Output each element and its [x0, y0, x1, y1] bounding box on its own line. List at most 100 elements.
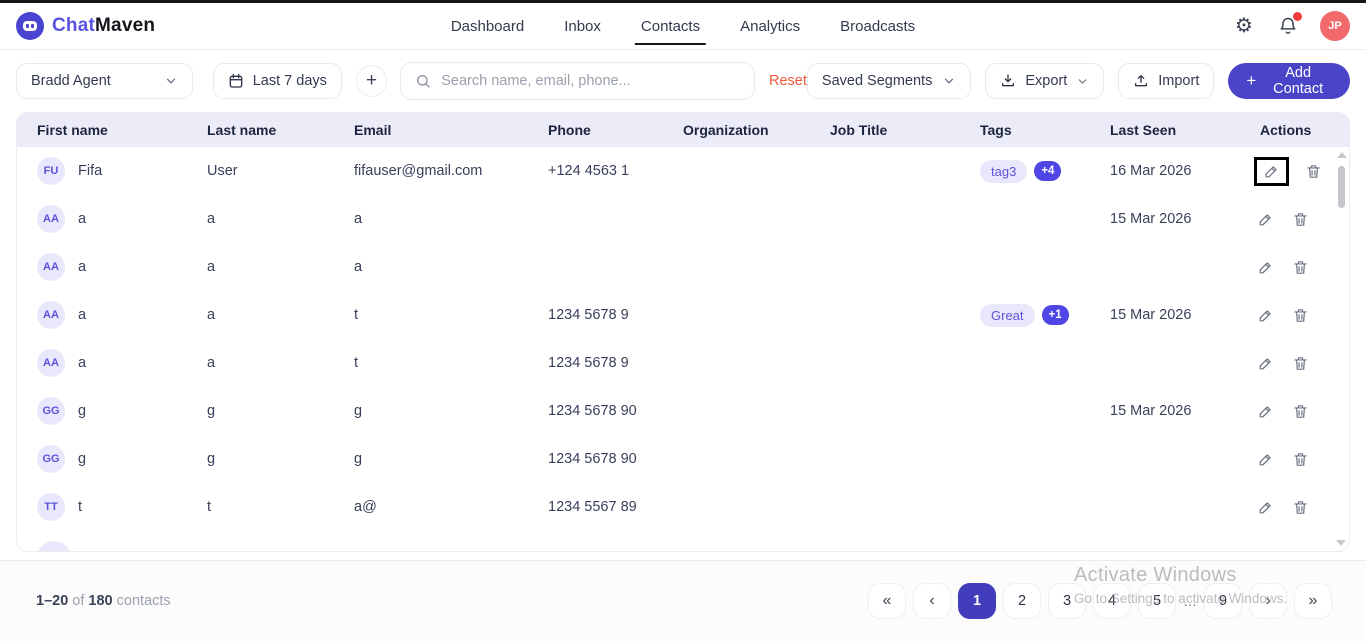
saved-segments-select[interactable]: Saved Segments — [807, 63, 971, 99]
prev-page-button[interactable]: ‹ — [913, 583, 951, 619]
reset-filters-link[interactable]: Reset — [769, 73, 807, 89]
notifications-button[interactable] — [1276, 14, 1300, 38]
edit-button[interactable] — [1254, 304, 1276, 326]
table-scrollbar[interactable] — [1335, 148, 1348, 550]
avatar: AA — [37, 205, 65, 233]
scrollbar-thumb[interactable] — [1338, 166, 1345, 208]
page-button-9[interactable]: 9 — [1204, 583, 1242, 619]
tag-badge[interactable]: tag3 — [980, 160, 1027, 183]
edit-button[interactable] — [1254, 256, 1276, 278]
table-footer: 1–20 of 180 contacts « ‹ 1 2 3 4 5 … 9 ›… — [0, 560, 1366, 641]
email: g — [334, 403, 528, 419]
pencil-icon — [1257, 259, 1274, 276]
topbar-actions: ⚙ JP — [1232, 11, 1350, 41]
page-button-1[interactable]: 1 — [958, 583, 996, 619]
import-label: Import — [1158, 73, 1199, 89]
trash-icon — [1292, 355, 1309, 372]
table-row[interactable]: AAa a a — [17, 243, 1349, 291]
last-page-button[interactable]: » — [1294, 583, 1332, 619]
col-job-title: Job Title — [810, 122, 960, 138]
email: fifauser@gmail.com — [334, 163, 528, 179]
delete-button[interactable] — [1302, 160, 1324, 182]
add-contact-label: Add Contact — [1264, 65, 1332, 97]
last-name: User — [187, 163, 334, 179]
results-summary: 1–20 of 180 contacts — [36, 593, 171, 609]
last-name: t — [187, 499, 334, 515]
nav-contacts[interactable]: Contacts — [641, 3, 700, 50]
avatar: FU — [37, 157, 65, 185]
nav-analytics[interactable]: Analytics — [740, 3, 800, 50]
chevron-down-icon — [164, 74, 178, 88]
search-icon — [415, 73, 431, 89]
page-button-5[interactable]: 5 — [1138, 583, 1176, 619]
delete-button[interactable] — [1289, 400, 1311, 422]
phone: 1234 5678 9 — [528, 307, 663, 323]
col-organization: Organization — [663, 122, 810, 138]
brand-logo[interactable]: ChatMaven — [16, 12, 155, 40]
avatar: AA — [37, 301, 65, 329]
pagination-ellipsis: … — [1183, 593, 1197, 609]
delete-button[interactable] — [1289, 496, 1311, 518]
pencil-icon — [1257, 451, 1274, 468]
page-button-3[interactable]: 3 — [1048, 583, 1086, 619]
page-button-2[interactable]: 2 — [1003, 583, 1041, 619]
delete-button[interactable] — [1289, 256, 1311, 278]
add-filter-button[interactable]: + — [356, 65, 387, 97]
email: a@ — [334, 499, 528, 515]
table-row[interactable]: FUFifa User fifauser@gmail.com +124 4563… — [17, 147, 1349, 195]
page-button-4[interactable]: 4 — [1093, 583, 1131, 619]
table-row-partial — [17, 531, 1349, 552]
edit-button[interactable] — [1254, 496, 1276, 518]
edit-button[interactable] — [1254, 448, 1276, 470]
last-seen: 15 Mar 2026 — [1090, 211, 1240, 227]
tag-more-badge[interactable]: +4 — [1034, 161, 1061, 181]
table-row[interactable]: AAa a a 15 Mar 2026 — [17, 195, 1349, 243]
scroll-down-arrow[interactable] — [1336, 540, 1346, 546]
phone: 1234 5567 89 — [528, 499, 663, 515]
nav-inbox[interactable]: Inbox — [564, 3, 601, 50]
date-range-select[interactable]: Last 7 days — [213, 63, 342, 99]
table-row[interactable]: AAa a t 1234 5678 9 — [17, 339, 1349, 387]
saved-segments-label: Saved Segments — [822, 73, 932, 89]
last-name: a — [187, 355, 334, 371]
tag-more-badge[interactable]: +1 — [1042, 305, 1069, 325]
col-last-name: Last name — [187, 122, 334, 138]
delete-button[interactable] — [1289, 208, 1311, 230]
avatar: AA — [37, 349, 65, 377]
first-page-button[interactable]: « — [868, 583, 906, 619]
last-name: a — [187, 259, 334, 275]
next-page-button[interactable]: › — [1249, 583, 1287, 619]
edit-button[interactable] — [1254, 208, 1276, 230]
edit-button[interactable] — [1254, 400, 1276, 422]
phone: 1234 5678 90 — [528, 403, 663, 419]
table-row[interactable]: TTt t a@ 1234 5567 89 — [17, 483, 1349, 531]
col-email: Email — [334, 122, 528, 138]
user-avatar[interactable]: JP — [1320, 11, 1350, 41]
agent-select[interactable]: Bradd Agent — [16, 63, 193, 99]
delete-button[interactable] — [1289, 304, 1311, 326]
table-row[interactable]: AAa a t 1234 5678 9 Great+1 15 Mar 2026 — [17, 291, 1349, 339]
trash-icon — [1292, 451, 1309, 468]
nav-broadcasts[interactable]: Broadcasts — [840, 3, 915, 50]
phone: 1234 5678 90 — [528, 451, 663, 467]
nav-dashboard[interactable]: Dashboard — [451, 3, 524, 50]
table-row[interactable]: GGg g g 1234 5678 90 15 Mar 2026 — [17, 387, 1349, 435]
chevron-down-icon — [942, 74, 956, 88]
gear-icon: ⚙ — [1235, 16, 1253, 36]
edit-button[interactable] — [1254, 352, 1276, 374]
settings-button[interactable]: ⚙ — [1232, 14, 1256, 38]
scroll-up-arrow[interactable] — [1337, 152, 1347, 158]
trash-icon — [1292, 499, 1309, 516]
tag-badge[interactable]: Great — [980, 304, 1035, 327]
import-button[interactable]: Import — [1118, 63, 1214, 99]
last-seen: 15 Mar 2026 — [1090, 307, 1240, 323]
delete-button[interactable] — [1289, 448, 1311, 470]
avatar: TT — [37, 493, 65, 521]
edit-button-highlighted[interactable] — [1254, 157, 1289, 186]
add-contact-button[interactable]: + Add Contact — [1228, 63, 1350, 99]
table-row[interactable]: GGg g g 1234 5678 90 — [17, 435, 1349, 483]
export-button[interactable]: Export — [985, 63, 1104, 99]
search-input[interactable] — [441, 73, 740, 89]
top-bar: ChatMaven Dashboard Inbox Contacts Analy… — [0, 0, 1366, 50]
delete-button[interactable] — [1289, 352, 1311, 374]
